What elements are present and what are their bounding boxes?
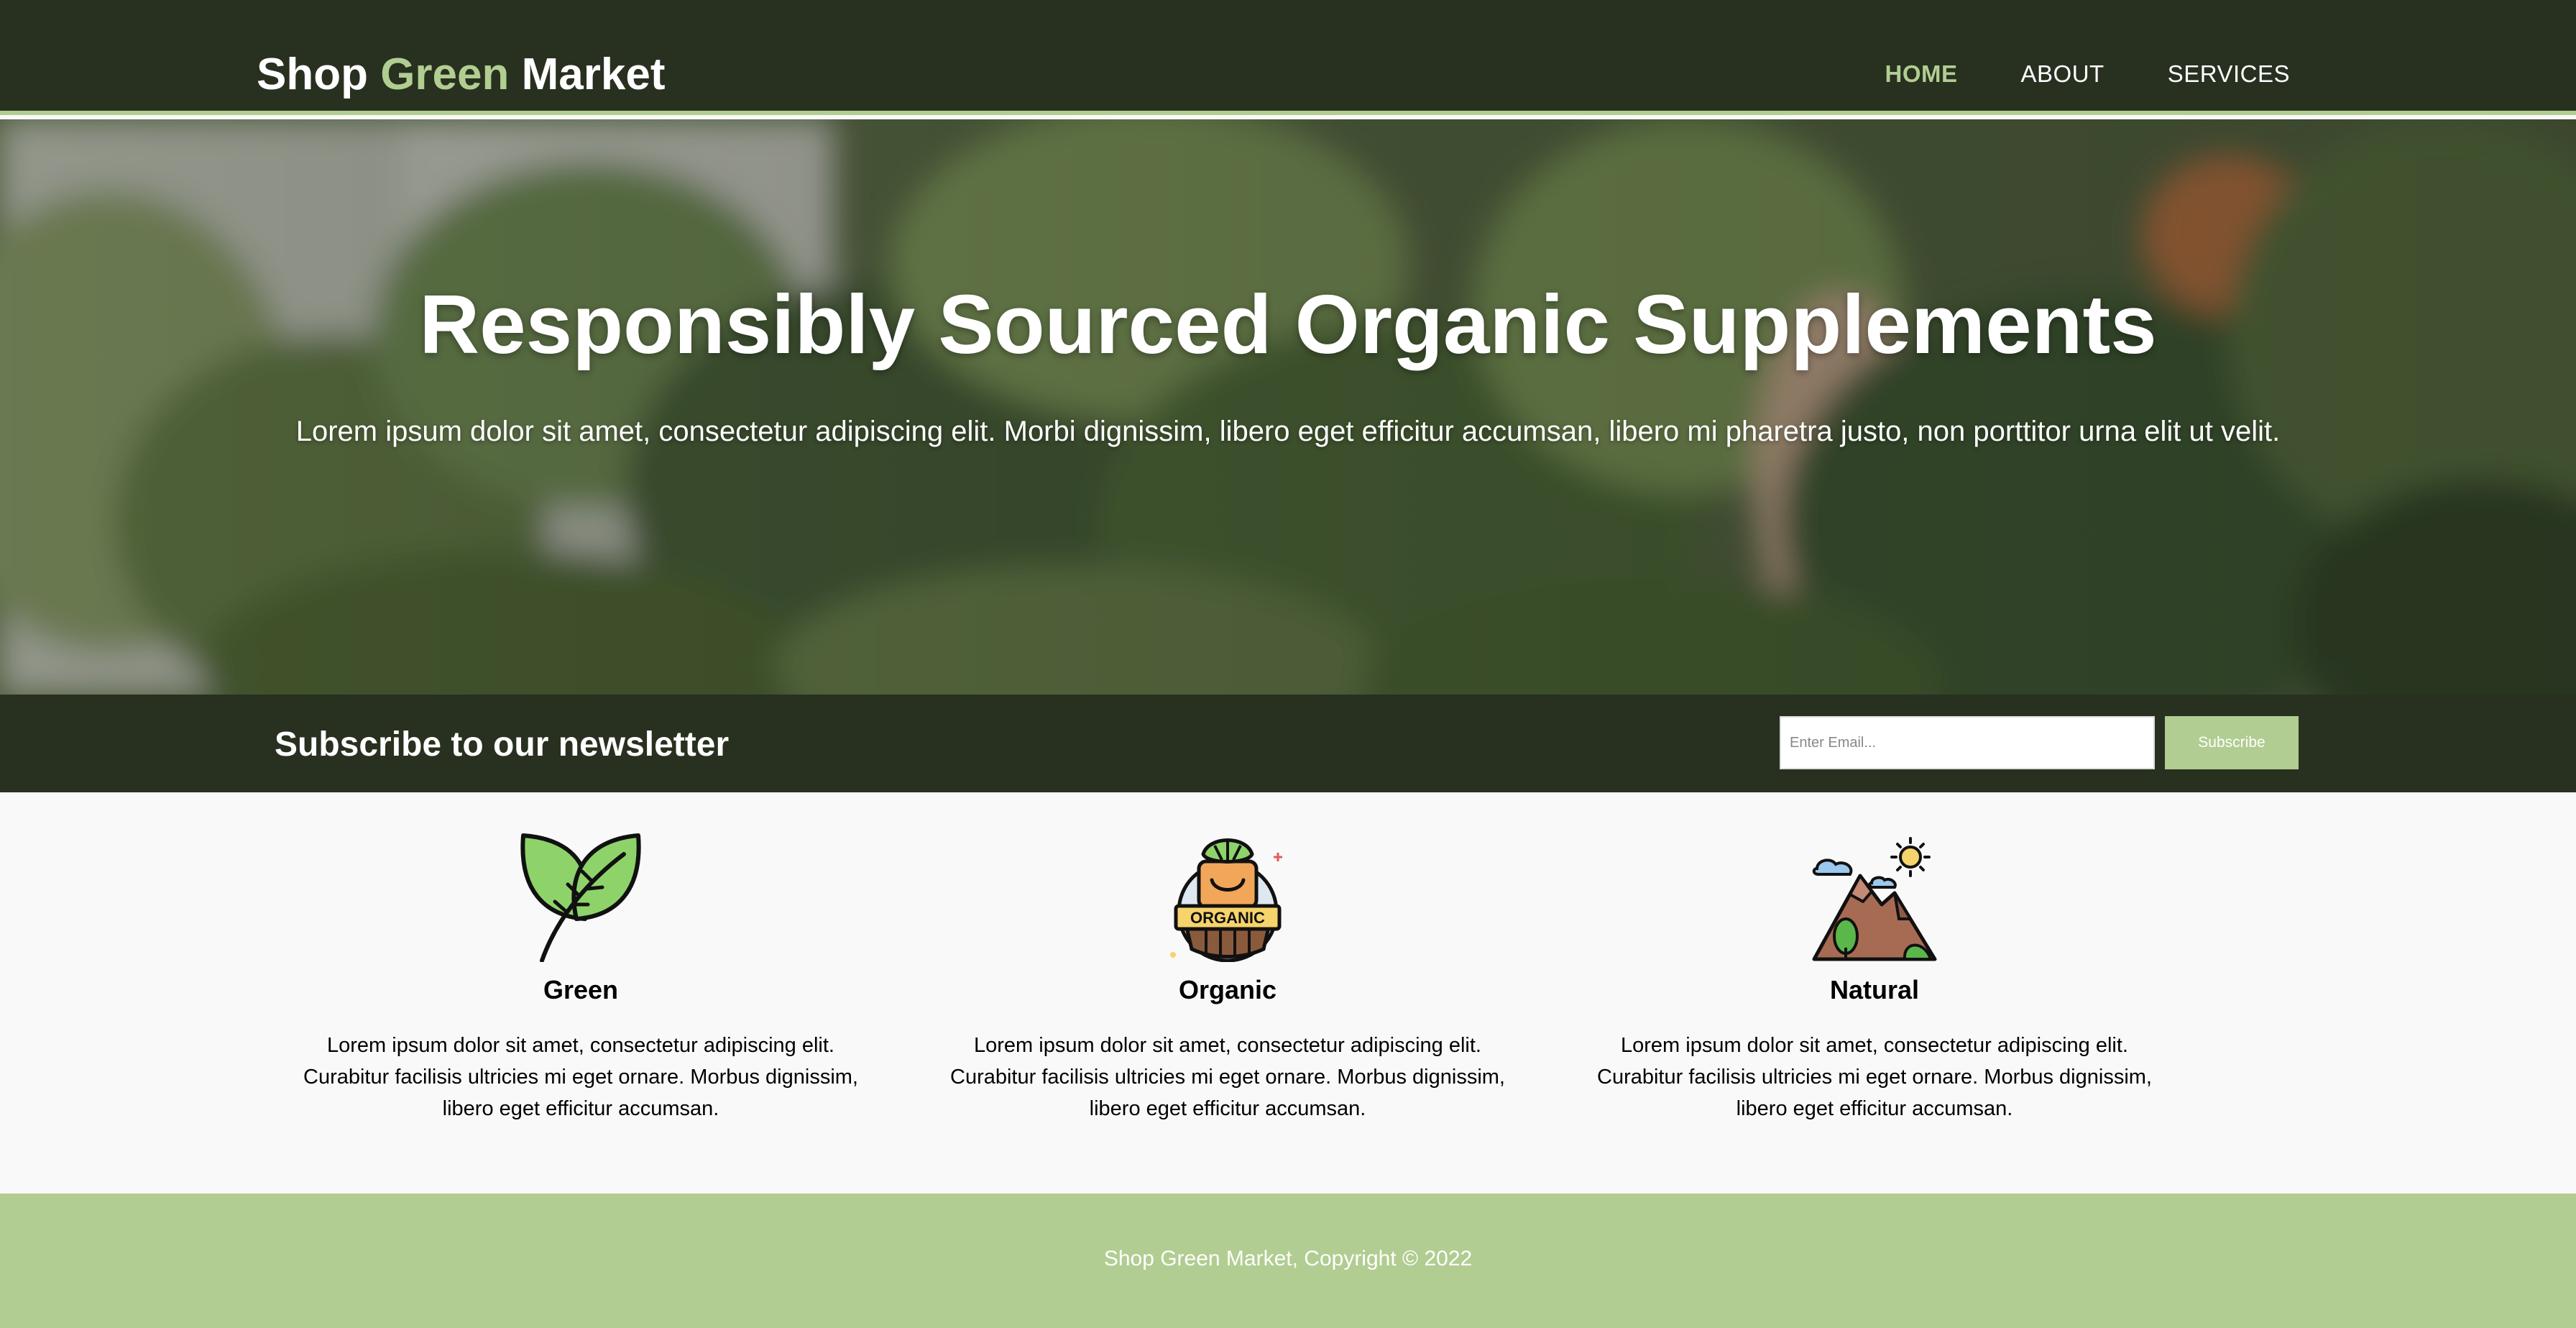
email-input[interactable] (1780, 716, 2155, 769)
hero-description: Lorem ipsum dolor sit amet, consectetur … (295, 416, 2281, 447)
newsletter-bar: Subscribe to our newsletter Subscribe (0, 695, 2576, 792)
feature-organic: ORGANIC Organic Lorem ipsum dolor sit am… (933, 833, 1522, 1125)
logo-text-market: Market (509, 50, 666, 99)
organic-badge-icon: ORGANIC (1170, 838, 1282, 962)
feature-description: Lorem ipsum dolor sit amet, consectetur … (950, 1034, 1505, 1120)
logo-text-shop: Shop (257, 50, 381, 99)
newsletter-title: Subscribe to our newsletter (275, 725, 730, 764)
nav-link-services[interactable]: SERVICES (2168, 60, 2290, 88)
leaf-icon (520, 833, 641, 962)
organic-badge-text: ORGANIC (1190, 909, 1265, 927)
hero-background-image (0, 119, 2576, 695)
feature-green: Green Lorem ipsum dolor sit amet, consec… (286, 833, 875, 1125)
feature-description: Lorem ipsum dolor sit amet, consectetur … (1597, 1034, 2152, 1120)
footer-copyright: Shop Green Market, Copyright © 2022 (1103, 1247, 1473, 1270)
feature-title: Green (543, 975, 619, 1004)
mountain-icon (1812, 837, 1937, 961)
subscribe-button[interactable]: Subscribe (2165, 716, 2299, 769)
hero-section: Responsibly Sourced Organic Supplements … (0, 119, 2576, 695)
logo-text-green: Green (380, 50, 510, 99)
site-logo[interactable]: Shop Green Market (257, 49, 666, 100)
feature-description: Lorem ipsum dolor sit amet, consectetur … (303, 1034, 858, 1120)
hero-title: Responsibly Sourced Organic Supplements (419, 278, 2157, 371)
nav-link-about[interactable]: ABOUT (2021, 60, 2104, 88)
nav-link-home[interactable]: HOME (1885, 60, 1958, 88)
site-header: Shop Green Market HOME ABOUT SERVICES (0, 0, 2576, 115)
features-section: Green Lorem ipsum dolor sit amet, consec… (0, 792, 2576, 1194)
feature-title: Organic (1178, 975, 1277, 1004)
feature-natural: Natural Lorem ipsum dolor sit amet, cons… (1580, 833, 2169, 1125)
feature-title: Natural (1829, 975, 1920, 1004)
main-nav: HOME ABOUT SERVICES (1885, 60, 2290, 88)
site-footer: Shop Green Market, Copyright © 2022 (0, 1194, 2576, 1328)
